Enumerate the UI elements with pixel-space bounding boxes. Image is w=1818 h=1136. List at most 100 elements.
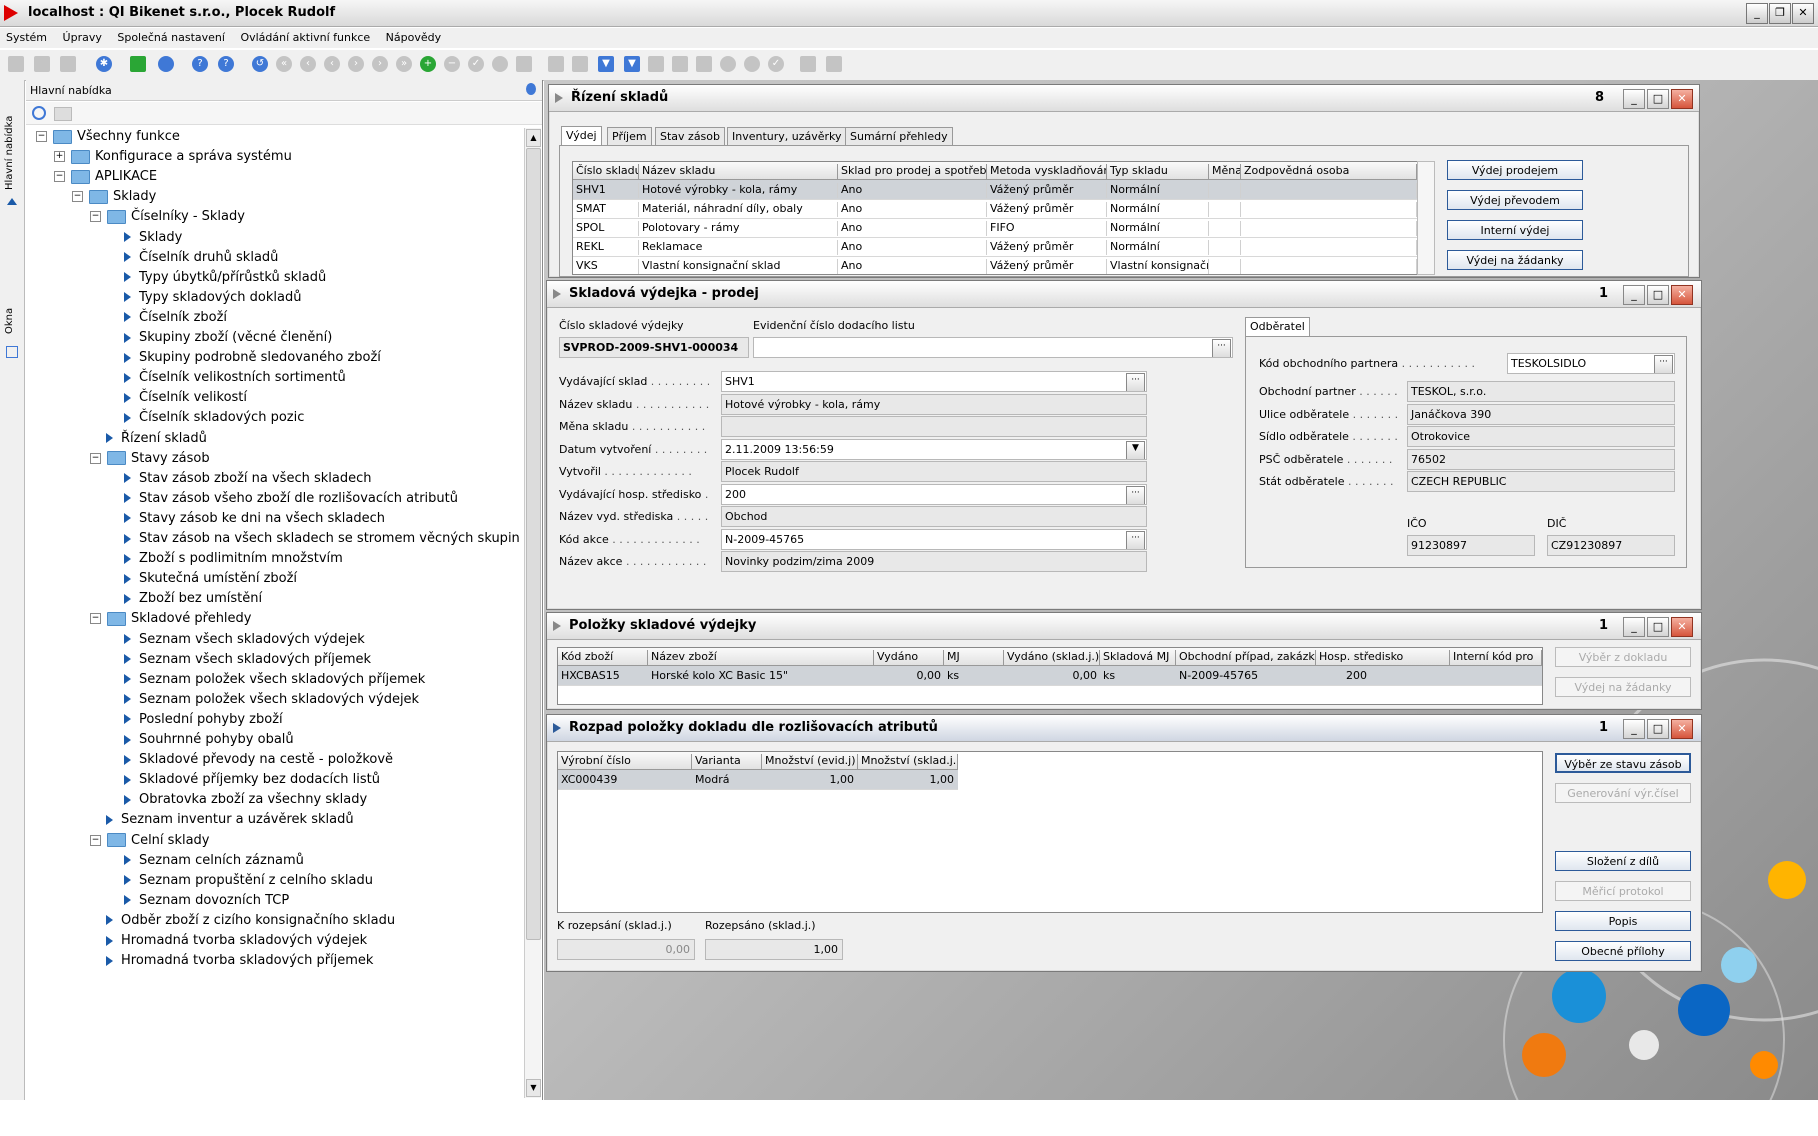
expand-icon[interactable]: + bbox=[54, 151, 65, 163]
minimize-button[interactable]: _ bbox=[1623, 285, 1645, 305]
lock-icon[interactable] bbox=[720, 56, 736, 72]
find-next-icon[interactable] bbox=[572, 56, 588, 72]
tab-stav-zasob[interactable]: Stav zásob bbox=[655, 127, 726, 147]
tree-folder[interactable]: − Celní sklady bbox=[90, 832, 210, 850]
tree-item[interactable]: Skladové příjemky bez dodacích listů bbox=[124, 771, 380, 789]
col-varianta[interactable]: Varianta bbox=[692, 754, 762, 769]
refresh-icon[interactable]: ↺ bbox=[252, 56, 268, 72]
tree-item[interactable]: Typy skladových dokladů bbox=[124, 289, 301, 307]
minimize-button[interactable]: _ bbox=[1623, 719, 1645, 739]
table-scrollbar[interactable] bbox=[1417, 161, 1435, 275]
lookup-button[interactable]: ··· bbox=[1212, 339, 1231, 357]
vtab-hlavni-nabidka[interactable]: Hlavní nabídka bbox=[4, 116, 15, 190]
stop-icon[interactable] bbox=[744, 56, 760, 72]
merici-protokol-button[interactable]: Měřicí protokol bbox=[1555, 881, 1691, 901]
items-table[interactable]: Kód zboží Název zboží Vydáno MJ Vydáno (… bbox=[557, 647, 1543, 705]
obecne-prilohy-button[interactable]: Obecné přílohy bbox=[1555, 941, 1691, 961]
vtab-okna[interactable]: Okna bbox=[4, 308, 15, 334]
tree-item[interactable]: Řízení skladů bbox=[106, 430, 207, 448]
tab-sumarni-prehledy[interactable]: Sumární přehledy bbox=[845, 127, 953, 147]
pin-icon[interactable] bbox=[526, 83, 536, 95]
sync-icon[interactable] bbox=[158, 56, 174, 72]
expand-icon[interactable] bbox=[7, 198, 17, 205]
menu-item-ovladani[interactable]: Ovládání aktivní funkce bbox=[240, 31, 370, 44]
collapse-icon[interactable]: − bbox=[90, 834, 101, 846]
col-sklad-pro-prodej[interactable]: Sklad pro prodej a spotřebu bbox=[838, 164, 987, 179]
vydej-na-zadanky-button[interactable]: Výdej na žádanky bbox=[1555, 677, 1691, 697]
tree-item[interactable]: Seznam inventur a uzávěrek skladů bbox=[106, 811, 354, 829]
tree-item[interactable]: Číselník skladových pozic bbox=[124, 409, 304, 427]
tools-icon[interactable] bbox=[800, 56, 816, 72]
col-mnozstvi-evid[interactable]: Množství (evid.j) bbox=[762, 754, 858, 769]
col-skladova-mj[interactable]: Skladová MJ bbox=[1100, 650, 1176, 665]
table-row[interactable]: SHV1 Hotové výrobky - kola, rámy Ano Vážený… bbox=[573, 180, 1417, 200]
table-row[interactable]: SMAT Materiál, náhradní díly, obaly Ano Váž… bbox=[573, 199, 1417, 219]
popis-button[interactable]: Popis bbox=[1555, 911, 1691, 931]
col-hosp-stredisko[interactable]: Hosp. středisko bbox=[1316, 650, 1450, 665]
evidencni-cislo-field[interactable]: ··· bbox=[753, 337, 1233, 358]
tree-item[interactable]: Číselník velikostí bbox=[124, 389, 247, 407]
print-icon[interactable] bbox=[648, 56, 664, 72]
tree-item[interactable]: Stav zásob všeho zboží dle rozlišovacích… bbox=[124, 490, 458, 508]
tree-folder[interactable]: − Sklady bbox=[72, 188, 156, 206]
prev-icon[interactable]: ‹ bbox=[324, 56, 340, 72]
prev-page-icon[interactable]: ‹ bbox=[300, 56, 316, 72]
minimize-button[interactable]: _ bbox=[1623, 617, 1645, 637]
table-row[interactable]: XC000439 Modrá 1,00 1,00 bbox=[558, 770, 958, 790]
tree-item[interactable]: Stav zásob zboží na všech skladech bbox=[124, 470, 371, 488]
collapse-icon[interactable]: − bbox=[72, 191, 83, 203]
col-interni-kod[interactable]: Interní kód pro bbox=[1450, 650, 1542, 665]
tab-prijem[interactable]: Příjem bbox=[607, 127, 652, 147]
interni-vydej-button[interactable]: Interní výdej bbox=[1447, 220, 1583, 240]
tree-item[interactable]: Seznam položek všech skladových příjemek bbox=[124, 671, 425, 689]
col-vyrobni-cislo[interactable]: Výrobní číslo bbox=[558, 754, 692, 769]
collapse-icon[interactable]: − bbox=[90, 452, 101, 464]
field-value[interactable]: SHV1 ··· bbox=[721, 371, 1147, 392]
col-vydano-sklad[interactable]: Vydáno (sklad.j.) bbox=[1004, 650, 1100, 665]
tree-item[interactable]: Seznam dovozních TCP bbox=[124, 892, 289, 910]
table-row[interactable]: VKS Vlastní konsignační sklad Ano Vážený pr… bbox=[573, 256, 1417, 274]
dropdown-arrow-icon[interactable]: ▼ bbox=[1126, 440, 1145, 459]
settings-icon[interactable]: ✱ bbox=[96, 56, 112, 72]
tree-scrollbar[interactable]: ▲ ▼ bbox=[524, 128, 541, 1098]
tree-item[interactable]: Číselník velikostních sortimentů bbox=[124, 369, 346, 387]
first-icon[interactable]: « bbox=[276, 56, 292, 72]
tree-item[interactable]: Sklady bbox=[124, 229, 182, 247]
maximize-button[interactable]: □ bbox=[1647, 285, 1669, 305]
check-icon[interactable]: ✓ bbox=[768, 56, 784, 72]
vyber-ze-stavu-zasob-button[interactable]: Výběr ze stavu zásob bbox=[1555, 753, 1691, 773]
tab-vydej[interactable]: Výdej bbox=[561, 126, 602, 146]
field-value[interactable]: N-2009-45765 ··· bbox=[721, 528, 1147, 550]
vydej-prevodem-button[interactable]: Výdej převodem bbox=[1447, 190, 1583, 210]
clear-filter-icon[interactable]: ▼ bbox=[624, 56, 640, 72]
minimize-button[interactable]: _ bbox=[1623, 89, 1645, 109]
close-button[interactable]: ✕ bbox=[1671, 285, 1693, 305]
cut-icon[interactable] bbox=[34, 56, 50, 72]
table-row[interactable]: HXCBAS15 Horské kolo XC Basic 15" 0,00 k… bbox=[558, 666, 1542, 686]
tree-item[interactable]: Seznam všech skladových příjemek bbox=[124, 651, 371, 669]
col-nazev-zbozi[interactable]: Název zboží bbox=[648, 650, 874, 665]
close-button[interactable]: ✕ bbox=[1671, 89, 1693, 109]
close-button[interactable]: ✕ bbox=[1671, 719, 1693, 739]
refresh-icon[interactable] bbox=[32, 106, 46, 120]
col-kod-zbozi[interactable]: Kód zboží bbox=[558, 650, 648, 665]
tree-item[interactable]: Seznam celních záznamů bbox=[124, 852, 304, 870]
tree-item[interactable]: Skutečná umístění zboží bbox=[124, 570, 297, 588]
find-icon[interactable] bbox=[548, 56, 564, 72]
tree-item[interactable]: Stav zásob na všech skladech se stromem … bbox=[124, 530, 520, 548]
new-icon[interactable] bbox=[8, 56, 24, 72]
collapse-icon[interactable]: − bbox=[90, 211, 101, 223]
tree-item[interactable]: Souhrnné pohyby obalů bbox=[124, 731, 294, 749]
tree-item[interactable]: Zboží bez umístění bbox=[124, 590, 262, 608]
lookup-button[interactable]: ··· bbox=[1126, 373, 1145, 391]
lookup-button[interactable]: ··· bbox=[1126, 530, 1145, 549]
last-icon[interactable]: » bbox=[396, 56, 412, 72]
tree-folder[interactable]: − Stavy zásob bbox=[90, 450, 210, 468]
tree-folder[interactable]: − Skladové přehledy bbox=[90, 610, 252, 628]
vydej-prodejem-button[interactable]: Výdej prodejem bbox=[1447, 160, 1583, 180]
tree-item[interactable]: Číselník druhů skladů bbox=[124, 249, 278, 267]
generovani-vyr-cisel-button[interactable]: Generování výr.čísel bbox=[1555, 783, 1691, 803]
menu-item-spolecna-nastaveni[interactable]: Společná nastavení bbox=[117, 31, 225, 44]
tree-item[interactable]: Skupiny zboží (věcné členění) bbox=[124, 329, 332, 347]
tree-item[interactable]: Typy úbytků/přírůstků skladů bbox=[124, 269, 326, 287]
